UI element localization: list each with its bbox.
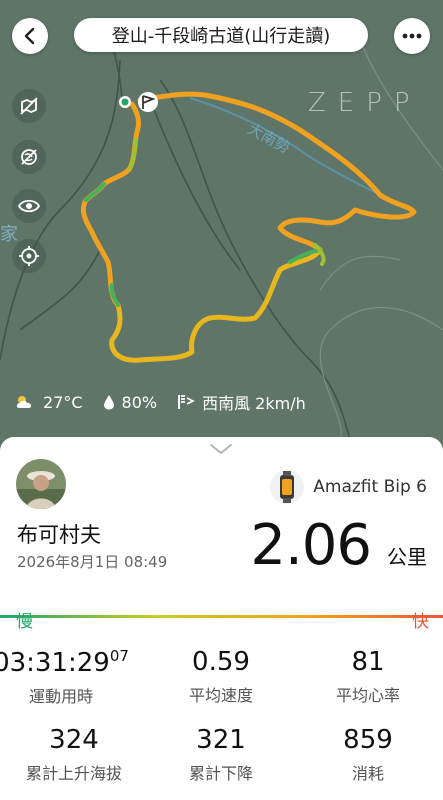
stat-label: 消耗 (351, 764, 384, 783)
stat-label: 平均心率 (335, 686, 400, 705)
stat-ascent: 324 累計上升海拔 (0, 725, 149, 784)
stat-avg-heart-rate: 81 平均心率 (293, 647, 443, 706)
weather-bar: 27°C 80% 西南風 2km/h (14, 391, 326, 413)
watch-icon (270, 470, 305, 504)
chevron-down-icon[interactable] (209, 443, 233, 455)
stat-duration: 03:31:2907 運動用時 (0, 647, 136, 707)
avatar[interactable] (16, 459, 66, 509)
zepp-watermark: ZEPP (308, 88, 422, 118)
layers-toggle-button[interactable] (12, 89, 46, 123)
chevron-left-icon (24, 27, 35, 45)
location-toggle-button[interactable] (12, 140, 46, 174)
wind-value: 西南風 2km/h (202, 394, 306, 413)
summary-panel: Amazfit Bip 6 布可村夫 2026年8月1日 08:49 2.06 … (0, 437, 443, 800)
map-canvas (0, 29, 443, 440)
stat-value: 81 (351, 647, 385, 677)
locate-button[interactable] (12, 239, 46, 273)
stat-avg-speed: 0.59 平均速度 (146, 647, 296, 706)
wind-flag-icon (178, 395, 195, 409)
stat-value: 324 (49, 725, 99, 755)
stat-value: 321 (196, 725, 246, 755)
back-button[interactable] (12, 18, 48, 54)
top-bar: 登山-千段崎古道(山行走讀) (0, 16, 443, 56)
pace-slow-label: 慢 (16, 612, 33, 632)
user-name: 布可村夫 (17, 523, 101, 547)
stat-label: 累計下降 (188, 764, 253, 783)
distance-display: 2.06 公里 (250, 513, 427, 578)
humidity-value: 80% (121, 392, 158, 412)
wind-item: 西南風 2km/h (177, 390, 306, 414)
eye-icon (18, 199, 40, 213)
stat-label: 平均速度 (188, 686, 253, 705)
map-view[interactable]: ZEPP 大南勢 家 登山-千段崎古道(山行走讀) 27°C 80% 西南風 2… (0, 0, 443, 440)
stat-label: 運動用時 (28, 687, 93, 706)
stat-calories: 859 消耗 (293, 725, 443, 784)
stat-label: 累計上升海拔 (25, 764, 122, 783)
temperature-item: 27°C (14, 393, 83, 412)
distance-value: 2.06 (250, 513, 372, 578)
place-label: 家 (0, 224, 18, 245)
partly-cloudy-icon (16, 396, 32, 408)
stat-value: 859 (343, 725, 393, 755)
pace-fast-label: 快 (412, 612, 429, 632)
stat-descent: 321 累計下降 (146, 725, 296, 784)
stat-value: 03:31:2907 (0, 647, 129, 678)
activity-title[interactable]: 登山-千段崎古道(山行走讀) (74, 18, 368, 52)
stat-value: 0.59 (192, 647, 250, 677)
workout-datetime: 2026年8月1日 08:49 (17, 553, 168, 571)
distance-unit: 公里 (387, 545, 427, 569)
layers-off-icon (20, 97, 38, 115)
more-button[interactable] (394, 18, 430, 54)
humidity-item: 80% (103, 392, 158, 412)
device-name: Amazfit Bip 6 (313, 477, 427, 497)
location-off-icon (21, 149, 37, 165)
more-horizontal-icon (402, 33, 422, 39)
device-info[interactable]: Amazfit Bip 6 (269, 469, 427, 505)
locate-icon (19, 246, 39, 266)
temperature-value: 27°C (43, 392, 83, 412)
visibility-button[interactable] (12, 189, 46, 223)
pace-gradient-bar (0, 615, 443, 618)
water-drop-icon (103, 395, 114, 410)
